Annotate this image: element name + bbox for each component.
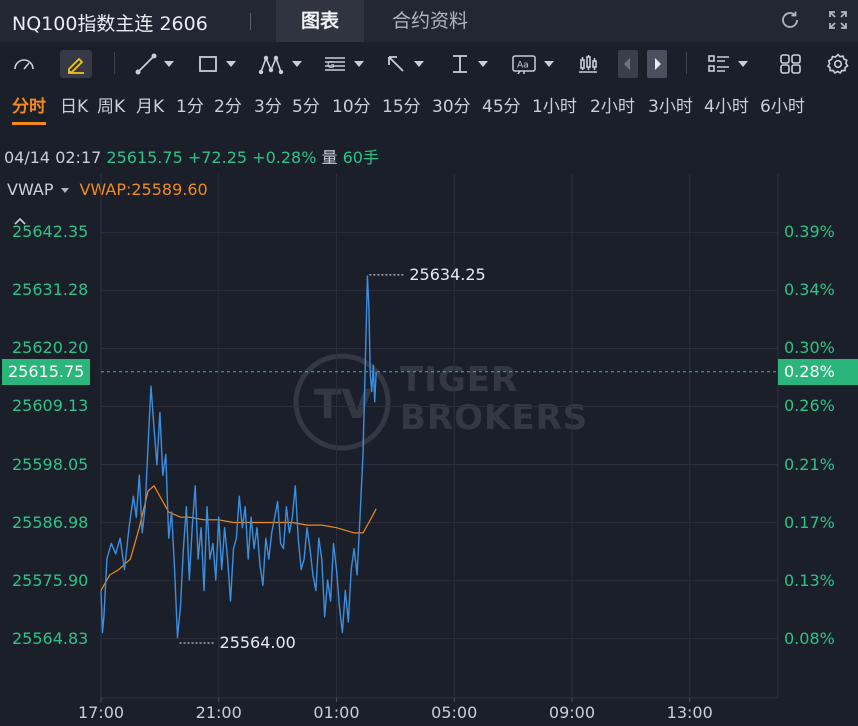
y-tick-label-left: 25598.05 bbox=[12, 454, 89, 474]
y-tick-label-left: 25609.13 bbox=[12, 396, 89, 416]
current-price-box: 25615.75 bbox=[2, 358, 91, 385]
x-tick-label: 09:00 bbox=[548, 703, 596, 722]
x-tick-label: 21:00 bbox=[195, 703, 242, 722]
y-tick-label-left: 25586.98 bbox=[12, 512, 89, 532]
y-tick-label-right: 0.39% bbox=[784, 222, 835, 242]
y-tick-label-right: 0.21% bbox=[784, 454, 835, 474]
y-tick-label-right: 0.26% bbox=[784, 396, 835, 416]
low-price-label: 25564.00 bbox=[219, 632, 296, 652]
y-tick-label-left: 25564.83 bbox=[12, 628, 89, 648]
y-tick-label-left: 25620.20 bbox=[12, 338, 89, 358]
x-tick-label: 17:00 bbox=[77, 703, 125, 722]
high-price-label: 25634.25 bbox=[409, 264, 486, 284]
x-tick-label: 13:00 bbox=[666, 703, 713, 722]
y-tick-label-left: 25575.90 bbox=[12, 570, 89, 590]
price-chart[interactable] bbox=[0, 0, 858, 726]
y-tick-label-right: 0.30% bbox=[784, 338, 835, 358]
current-pct-box: 0.28% bbox=[778, 358, 858, 385]
y-tick-label-right: 0.13% bbox=[784, 570, 835, 590]
x-tick-label: 01:00 bbox=[313, 703, 360, 722]
y-tick-label-left: 25642.35 bbox=[12, 222, 89, 242]
price-series-line bbox=[100, 275, 377, 639]
y-tick-label-right: 0.08% bbox=[784, 628, 835, 648]
y-tick-label-right: 0.34% bbox=[784, 280, 835, 300]
y-tick-label-right: 0.17% bbox=[784, 512, 835, 532]
x-tick-label: 05:00 bbox=[431, 703, 478, 722]
y-tick-label-left: 25631.28 bbox=[12, 280, 89, 300]
